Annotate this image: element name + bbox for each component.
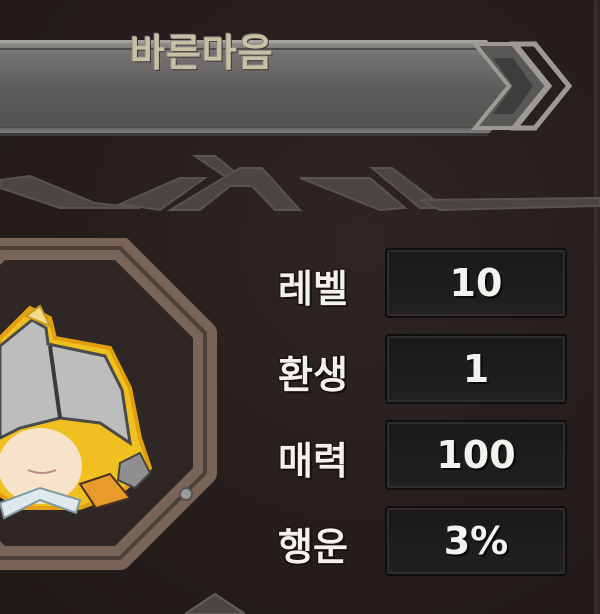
character-name: 바른마음	[130, 31, 274, 75]
avatar-medallion[interactable]	[0, 238, 240, 598]
stat-label-rebirth: 환생	[278, 353, 348, 397]
stat-value-charm: 100	[436, 433, 516, 477]
stat-value-level: 10	[449, 261, 503, 305]
stat-label-charm: 매력	[278, 439, 348, 483]
ornament-divider	[0, 155, 600, 212]
stat-label-luck: 행운	[278, 525, 348, 569]
bottom-ornament	[185, 592, 245, 614]
panel-edge	[594, 0, 600, 614]
stat-value-box-rebirth: 1	[385, 334, 567, 404]
stat-value-rebirth: 1	[462, 347, 490, 391]
character-info-panel: 바른마음 레벨 10 환생 1 매력 100 행운 3%	[0, 0, 600, 614]
stat-value-luck: 3%	[443, 519, 509, 563]
stat-value-box-charm: 100	[385, 420, 567, 490]
stat-value-box-luck: 3%	[385, 506, 567, 576]
stat-label-level: 레벨	[278, 267, 348, 311]
double-chevron-right-icon[interactable]	[455, 36, 575, 136]
stat-value-box-level: 10	[385, 248, 567, 318]
